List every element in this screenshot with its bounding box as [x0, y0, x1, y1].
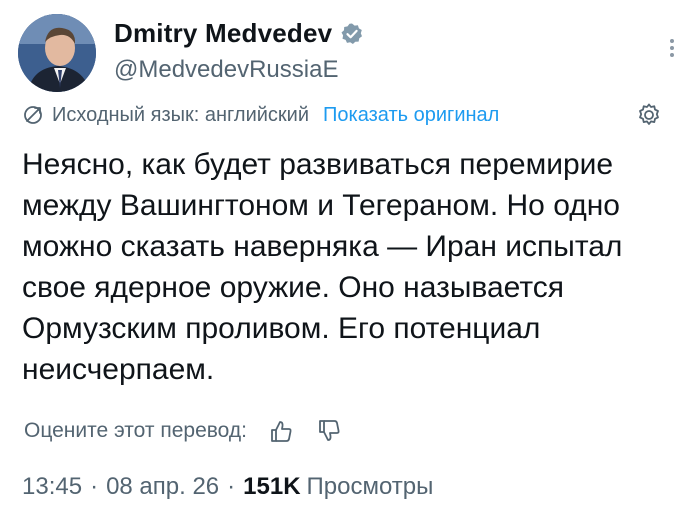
- rate-translation-row: Оцените этот перевод:: [24, 414, 343, 448]
- avatar-image: [18, 14, 96, 92]
- rate-translation-prompt: Оцените этот перевод:: [24, 419, 247, 442]
- verified-badge-icon: [341, 23, 363, 44]
- display-name[interactable]: Dmitry Medvedev: [114, 18, 332, 49]
- translate-icon: [24, 106, 42, 124]
- tweet-time[interactable]: 13:45: [22, 473, 82, 501]
- tweet-meta: 13:45 · 08 апр. 26 · 151K Просмотры: [22, 471, 433, 503]
- meta-separator: ·: [90, 473, 99, 500]
- more-options-icon[interactable]: [662, 36, 682, 66]
- thumbs-down-icon[interactable]: [315, 417, 343, 445]
- avatar[interactable]: [18, 14, 96, 92]
- tweet-date[interactable]: 08 апр. 26: [106, 473, 219, 501]
- tweet-text: Неясно, как будет развиваться перемирие …: [22, 148, 623, 386]
- meta-separator: ·: [227, 473, 236, 500]
- views-label: Просмотры: [306, 473, 434, 500]
- name-row: Dmitry Medvedev: [114, 18, 364, 49]
- views-count: 151K: [243, 473, 301, 500]
- show-original-link[interactable]: Показать оригинал: [323, 104, 499, 127]
- tweet-header: Dmitry Medvedev @MedvedevRussiaE: [18, 14, 682, 94]
- handle[interactable]: @MedvedevRussiaE: [114, 56, 338, 84]
- settings-gear-icon[interactable]: [636, 102, 662, 128]
- thumbs-up-icon[interactable]: [267, 417, 295, 445]
- source-language-text: Исходный язык: английский: [52, 103, 310, 126]
- translation-bar: Исходный язык: английский Показать ориги…: [22, 100, 662, 130]
